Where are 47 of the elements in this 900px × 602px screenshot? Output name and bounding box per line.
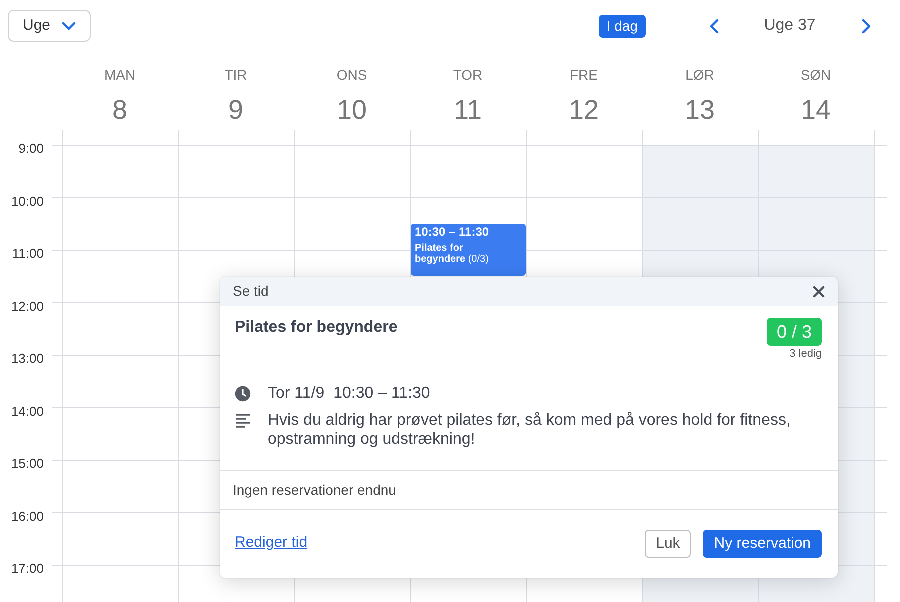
hour-label: 12:00 xyxy=(11,298,44,314)
day-number: 11 xyxy=(454,94,482,126)
hour-label: 13:00 xyxy=(11,351,44,366)
event-date: Tor 11/9 xyxy=(268,385,325,403)
day-name: SØN xyxy=(800,66,832,84)
day-number: 12 xyxy=(568,94,600,126)
edit-link[interactable]: Rediger tid xyxy=(235,532,308,555)
day-name: ONS xyxy=(336,66,368,84)
hour-label: 9:00 xyxy=(18,141,44,156)
event-title: Pilates for begyndere xyxy=(235,318,398,338)
hour-label: 10:00 xyxy=(11,194,44,208)
event-title: Pilates for begyndere (0/3) xyxy=(415,242,490,266)
hour-label: 11:00 xyxy=(12,246,44,261)
day-number: 8 xyxy=(112,94,128,126)
day-name: LØR xyxy=(686,66,714,84)
dialog-title: Se tid xyxy=(233,282,269,301)
clock-icon xyxy=(235,386,251,402)
hour-label: 16:00 xyxy=(11,508,44,524)
hour-label: 17:00 xyxy=(11,561,44,576)
close-dialog-button[interactable]: Luk xyxy=(645,530,692,558)
hour-label: 15:00 xyxy=(11,456,44,471)
new-reservation-button[interactable]: Ny reservation xyxy=(703,530,822,558)
event-time-range: 10:30 – 11:30 xyxy=(334,385,430,403)
close-icon xyxy=(813,286,825,298)
availability-text: 3 ledig xyxy=(790,348,822,361)
day-number: 13 xyxy=(684,94,716,126)
day-number: 9 xyxy=(228,94,244,126)
day-number: 14 xyxy=(800,94,832,126)
view-dropdown[interactable]: Uge xyxy=(8,10,91,42)
week-label: Uge 37 xyxy=(764,17,816,34)
close-button[interactable] xyxy=(813,286,825,298)
event-time: 10:30 – 11:30 xyxy=(415,226,490,239)
hour-label: 14:00 xyxy=(11,404,44,418)
chevron-down-icon xyxy=(62,22,76,30)
today-button[interactable]: I dag xyxy=(598,14,646,38)
day-number: 10 xyxy=(336,94,368,126)
day-name: FRE xyxy=(570,66,598,84)
text-lines-icon xyxy=(235,413,251,429)
day-name: MAN xyxy=(104,66,136,84)
chevron-right-icon xyxy=(862,18,870,34)
chevron-left-icon xyxy=(710,18,718,34)
event-description: Hvis du aldrig har prøvet pilates før, så kom med på vores hold for fitness, opstramning og udstrækning! xyxy=(268,411,792,449)
capacity-badge: 0 / 3 xyxy=(766,318,822,346)
reservations-empty-text: Ingen reservationer endnu xyxy=(233,482,396,498)
event-block[interactable]: 10:30 – 11:30 Pilates for begyndere (0/3) xyxy=(411,224,526,276)
day-name: TOR xyxy=(453,66,483,84)
day-name: TIR xyxy=(224,66,248,84)
